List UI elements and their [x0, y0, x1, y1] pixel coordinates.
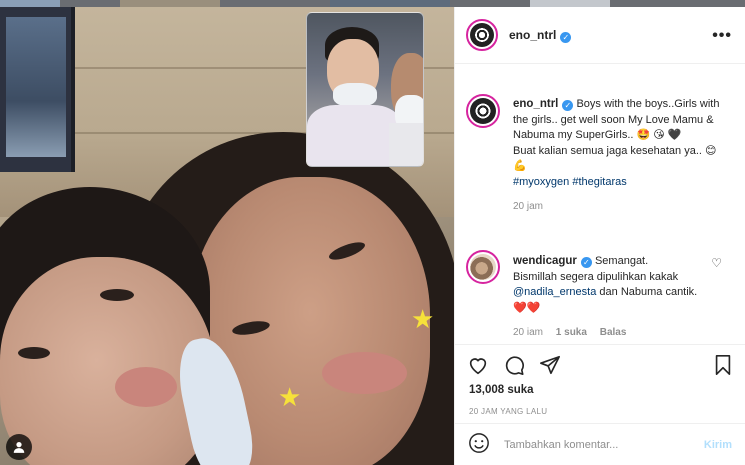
bookmark-icon[interactable] — [712, 354, 734, 376]
post-comment-button[interactable]: Kirim — [704, 439, 732, 451]
share-icon[interactable] — [539, 354, 561, 376]
video-call-inset — [306, 12, 424, 167]
girl-eye-right — [100, 289, 134, 301]
comments-list: eno_ntrl ✓ Boys with the boys..Girls with… — [455, 64, 745, 344]
comment-text-2: Bismillah segera dipulihkan kakak — [513, 270, 679, 283]
caption-text-2: Buat kalian semua jaga kesehatan ya.. — [513, 144, 702, 157]
caption-username[interactable]: eno_ntrl — [513, 98, 558, 110]
star-sticker: ★ — [411, 305, 435, 335]
emoji: 😊 — [705, 143, 717, 157]
comment-input[interactable]: Tambahkan komentar... — [504, 439, 704, 451]
comment-item: wendicagur ✓ Semangat. Bismillah segera d… — [466, 250, 718, 341]
emoji: 💪 — [513, 159, 527, 172]
post-header: eno_ntrl ✓ ••• — [455, 7, 745, 64]
emoji-icon[interactable] — [468, 432, 490, 457]
verified-icon: ✓ — [580, 257, 592, 269]
emoji: 🤩 — [636, 128, 651, 141]
emoji: ❤️❤️ — [513, 300, 541, 314]
caption-time[interactable]: 20 jam — [513, 201, 543, 212]
post-panel: eno_ntrl ✓ ••• eno_ntrl ✓ Boys with the bo… — [454, 7, 745, 465]
avatar[interactable] — [466, 94, 500, 128]
comment-icon[interactable] — [503, 354, 525, 376]
star-sticker: ★ — [278, 383, 302, 413]
girl-lips — [115, 367, 177, 407]
comment-text: Semangat. — [594, 255, 649, 267]
comment-time[interactable]: 20 iam — [513, 327, 543, 338]
photo-frame — [0, 7, 75, 172]
heart-icon[interactable] — [467, 354, 489, 376]
hashtag-link[interactable]: #thegitaras — [572, 176, 626, 188]
comment-likes[interactable]: 1 suka — [556, 327, 587, 338]
user-tag-icon[interactable] — [6, 434, 32, 460]
like-count[interactable]: 13,008 suka — [469, 384, 534, 396]
header-username[interactable]: eno_ntrl ✓ — [509, 28, 572, 43]
comment-text-3: dan Nabuma cantik. — [599, 286, 698, 298]
emoji: 😘 — [653, 128, 665, 141]
post-timestamp[interactable]: 20 JAM YANG LALU — [469, 407, 547, 416]
reply-button[interactable]: Balas — [600, 327, 627, 338]
avatar[interactable] — [466, 250, 500, 284]
comment-composer: Tambahkan komentar... Kirim — [455, 423, 745, 465]
top-strip — [0, 0, 745, 7]
hashtag-link[interactable]: #myoxygen — [513, 176, 569, 188]
verified-icon: ✓ — [560, 31, 572, 43]
avatar[interactable] — [466, 19, 498, 51]
heart-icon[interactable]: ♡ — [711, 256, 722, 270]
comment-username[interactable]: wendicagur — [513, 255, 577, 267]
emoji: 🖤 — [667, 128, 682, 141]
more-icon[interactable]: ••• — [712, 27, 732, 45]
mention-link[interactable]: @nadila_ernesta — [513, 286, 596, 298]
verified-icon: ✓ — [562, 100, 574, 112]
woman-lips — [322, 352, 407, 394]
caption: eno_ntrl ✓ Boys with the boys..Girls with… — [466, 94, 728, 215]
girl-eye-left — [18, 347, 50, 359]
